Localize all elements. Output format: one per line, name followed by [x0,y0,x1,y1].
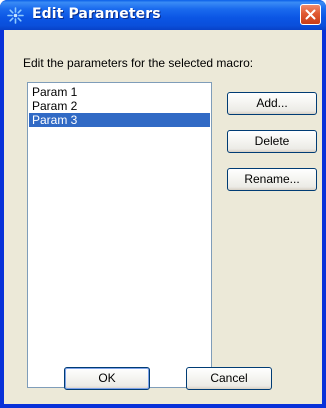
dialog-window: Edit Parameters Edit the parameters for … [0,0,326,408]
cancel-button[interactable]: Cancel [186,367,272,390]
list-item[interactable]: Param 1 [29,85,210,99]
ok-button[interactable]: OK [64,367,150,390]
window-title: Edit Parameters [32,6,161,22]
window-border-right [322,30,326,408]
list-item[interactable]: Param 2 [29,99,210,113]
delete-button[interactable]: Delete [227,130,317,153]
close-button[interactable] [300,4,321,25]
rename-button[interactable]: Rename... [227,168,317,191]
list-item-selected[interactable]: Param 3 [29,113,210,127]
add-button[interactable]: Add... [227,92,317,115]
window-border-left [0,30,4,408]
window-border-bottom [0,404,326,408]
burst-icon [7,7,24,24]
title-bar[interactable]: Edit Parameters [0,0,326,30]
instruction-label: Edit the parameters for the selected mac… [23,56,254,70]
parameter-list[interactable]: Param 1 Param 2 Param 3 [27,82,212,388]
